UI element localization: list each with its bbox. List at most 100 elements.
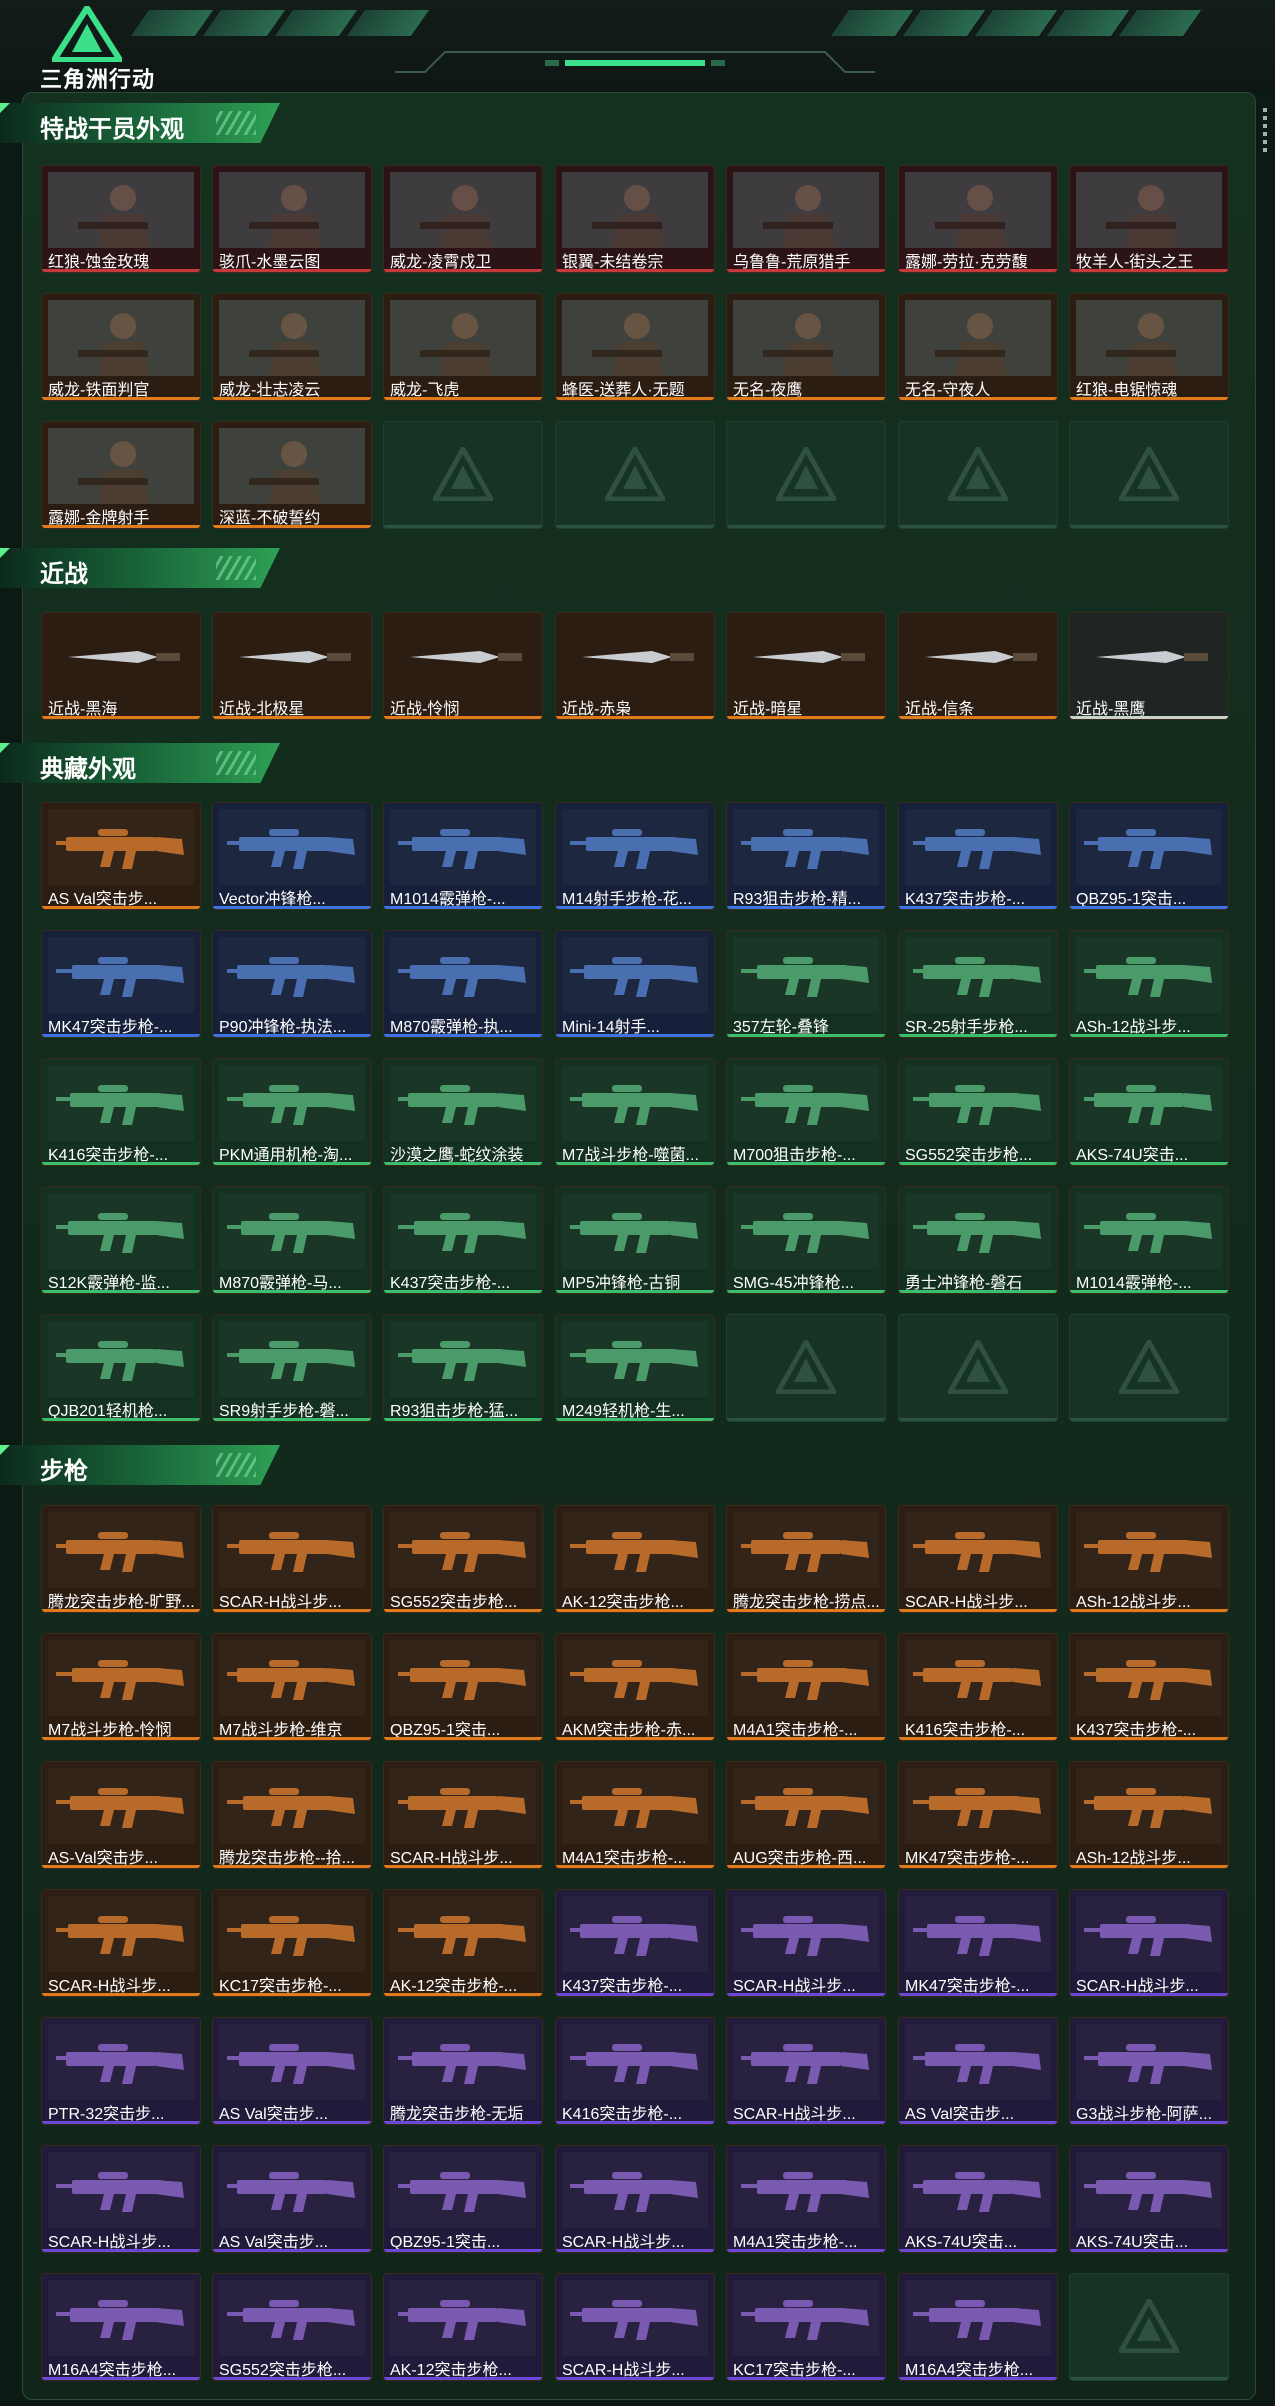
skin-card[interactable]: AK-12突击步枪... bbox=[383, 2273, 543, 2381]
skin-card[interactable]: 蜂医-送葬人·无题 bbox=[555, 293, 715, 401]
skin-card[interactable]: SMG-45冲锋枪... bbox=[726, 1186, 886, 1294]
skin-card[interactable]: AUG突击步枪-西... bbox=[726, 1761, 886, 1869]
skin-card[interactable]: PTR-32突击步... bbox=[41, 2017, 201, 2125]
skin-card[interactable]: R93狙击步枪-精... bbox=[726, 802, 886, 910]
skin-card[interactable]: QBZ95-1突击... bbox=[383, 1633, 543, 1741]
skin-card[interactable]: SCAR-H战斗步... bbox=[1069, 1889, 1229, 1997]
skin-card[interactable]: M4A1突击步枪-... bbox=[726, 1633, 886, 1741]
skin-card[interactable]: K416突击步枪-... bbox=[898, 1633, 1058, 1741]
skin-card[interactable]: SCAR-H战斗步... bbox=[383, 1761, 543, 1869]
skin-card[interactable]: 无名-守夜人 bbox=[898, 293, 1058, 401]
skin-card[interactable]: M7战斗步枪-怜悯 bbox=[41, 1633, 201, 1741]
skin-card[interactable]: AKS-74U突击... bbox=[898, 2145, 1058, 2253]
skin-card[interactable]: K437突击步枪-... bbox=[1069, 1633, 1229, 1741]
skin-card[interactable]: SCAR-H战斗步... bbox=[41, 2145, 201, 2253]
skin-card[interactable]: QJB201轻机枪... bbox=[41, 1314, 201, 1422]
skin-card[interactable]: M1014霰弹枪-... bbox=[1069, 1186, 1229, 1294]
skin-card[interactable]: KC17突击步枪-... bbox=[726, 2273, 886, 2381]
skin-card[interactable]: K437突击步枪-... bbox=[383, 1186, 543, 1294]
skin-card[interactable]: 近战-赤枭 bbox=[555, 612, 715, 720]
skin-card[interactable]: P90冲锋枪-执法... bbox=[212, 930, 372, 1038]
skin-card[interactable]: SG552突击步枪... bbox=[383, 1505, 543, 1613]
skin-card[interactable]: R93狙击步枪-猛... bbox=[383, 1314, 543, 1422]
skin-card[interactable]: QBZ95-1突击... bbox=[1069, 802, 1229, 910]
skin-card[interactable]: 357左轮-叠锋 bbox=[726, 930, 886, 1038]
skin-card[interactable]: AKM突击步枪-赤... bbox=[555, 1633, 715, 1741]
skin-card[interactable]: MP5冲锋枪-古铜 bbox=[555, 1186, 715, 1294]
skin-card[interactable]: Vector冲锋枪... bbox=[212, 802, 372, 910]
skin-card[interactable]: SCAR-H战斗步... bbox=[726, 2017, 886, 2125]
skin-card[interactable]: AS-Val突击步... bbox=[41, 1761, 201, 1869]
skin-card[interactable]: 牧羊人-街头之王 bbox=[1069, 165, 1229, 273]
skin-card[interactable]: 沙漠之鹰-蛇纹涂装 bbox=[383, 1058, 543, 1166]
skin-card[interactable]: KC17突击步枪-... bbox=[212, 1889, 372, 1997]
skin-card[interactable]: M14射手步枪-花... bbox=[555, 802, 715, 910]
skin-card[interactable]: Mini-14射手... bbox=[555, 930, 715, 1038]
skin-card[interactable]: 深蓝-不破誓约 bbox=[212, 421, 372, 529]
skin-card[interactable]: 红狼-电锯惊魂 bbox=[1069, 293, 1229, 401]
skin-card[interactable]: M700狙击步枪-... bbox=[726, 1058, 886, 1166]
skin-card[interactable]: K416突击步枪-... bbox=[41, 1058, 201, 1166]
skin-card[interactable]: M249轻机枪-生... bbox=[555, 1314, 715, 1422]
skin-card[interactable]: 银翼-未结卷宗 bbox=[555, 165, 715, 273]
skin-card[interactable]: 腾龙突击步枪-旷野... bbox=[41, 1505, 201, 1613]
skin-card[interactable]: M16A4突击步枪... bbox=[41, 2273, 201, 2381]
skin-card[interactable]: MK47突击步枪-... bbox=[41, 930, 201, 1038]
skin-card[interactable]: SCAR-H战斗步... bbox=[555, 2273, 715, 2381]
skin-card[interactable]: AS Val突击步... bbox=[212, 2145, 372, 2253]
skin-card[interactable]: ASh-12战斗步... bbox=[1069, 930, 1229, 1038]
skin-card[interactable]: M7战斗步枪-维京 bbox=[212, 1633, 372, 1741]
skin-card[interactable]: 腾龙突击步枪-捞点... bbox=[726, 1505, 886, 1613]
skin-card[interactable]: AKS-74U突击... bbox=[1069, 2145, 1229, 2253]
skin-card[interactable]: M1014霰弹枪-... bbox=[383, 802, 543, 910]
skin-card[interactable]: 腾龙突击步枪--拾... bbox=[212, 1761, 372, 1869]
skin-card[interactable]: SCAR-H战斗步... bbox=[726, 1889, 886, 1997]
skin-card[interactable]: M7战斗步枪-噬菌... bbox=[555, 1058, 715, 1166]
skin-card[interactable]: 红狼-蚀金玫瑰 bbox=[41, 165, 201, 273]
skin-card[interactable]: 露娜-劳拉·克劳馥 bbox=[898, 165, 1058, 273]
skin-card[interactable]: 近战-北极星 bbox=[212, 612, 372, 720]
skin-card[interactable]: QBZ95-1突击... bbox=[383, 2145, 543, 2253]
skin-card[interactable]: MK47突击步枪-... bbox=[898, 1889, 1058, 1997]
skin-card[interactable]: M870霰弹枪-执... bbox=[383, 930, 543, 1038]
skin-card[interactable]: M4A1突击步枪-... bbox=[726, 2145, 886, 2253]
skin-card[interactable]: 近战-怜悯 bbox=[383, 612, 543, 720]
skin-card[interactable]: 威龙-铁面判官 bbox=[41, 293, 201, 401]
skin-card[interactable]: 近战-黑海 bbox=[41, 612, 201, 720]
skin-card[interactable]: 威龙-壮志凌云 bbox=[212, 293, 372, 401]
skin-card[interactable]: AK-12突击步枪... bbox=[555, 1505, 715, 1613]
skin-card[interactable]: K416突击步枪-... bbox=[555, 2017, 715, 2125]
skin-card[interactable]: AS Val突击步... bbox=[41, 802, 201, 910]
skin-card[interactable]: K437突击步枪-... bbox=[898, 802, 1058, 910]
more-menu-icon[interactable] bbox=[1263, 108, 1269, 156]
skin-card[interactable]: M870霰弹枪-马... bbox=[212, 1186, 372, 1294]
skin-card[interactable]: 露娜-金牌射手 bbox=[41, 421, 201, 529]
skin-card[interactable]: SCAR-H战斗步... bbox=[41, 1889, 201, 1997]
skin-card[interactable]: MK47突击步枪-... bbox=[898, 1761, 1058, 1869]
skin-card[interactable]: 乌鲁鲁-荒原猎手 bbox=[726, 165, 886, 273]
skin-card[interactable]: SR-25射手步枪... bbox=[898, 930, 1058, 1038]
skin-card[interactable]: ASh-12战斗步... bbox=[1069, 1505, 1229, 1613]
skin-card[interactable]: SG552突击步枪... bbox=[212, 2273, 372, 2381]
skin-card[interactable]: PKM通用机枪-淘... bbox=[212, 1058, 372, 1166]
skin-card[interactable]: ASh-12战斗步... bbox=[1069, 1761, 1229, 1869]
skin-card[interactable]: AS Val突击步... bbox=[212, 2017, 372, 2125]
skin-card[interactable]: AS Val突击步... bbox=[898, 2017, 1058, 2125]
skin-card[interactable]: 威龙-凌霄戍卫 bbox=[383, 165, 543, 273]
skin-card[interactable]: SCAR-H战斗步... bbox=[555, 2145, 715, 2253]
skin-card[interactable]: 近战-暗星 bbox=[726, 612, 886, 720]
skin-card[interactable]: M4A1突击步枪-... bbox=[555, 1761, 715, 1869]
skin-card[interactable]: 近战-黑鹰 bbox=[1069, 612, 1229, 720]
skin-card[interactable]: S12K霰弹枪-监... bbox=[41, 1186, 201, 1294]
skin-card[interactable]: G3战斗步枪-阿萨... bbox=[1069, 2017, 1229, 2125]
skin-card[interactable]: 威龙-飞虎 bbox=[383, 293, 543, 401]
skin-card[interactable]: AKS-74U突击... bbox=[1069, 1058, 1229, 1166]
skin-card[interactable]: SCAR-H战斗步... bbox=[898, 1505, 1058, 1613]
skin-card[interactable]: 勇士冲锋枪-磐石 bbox=[898, 1186, 1058, 1294]
skin-card[interactable]: M16A4突击步枪... bbox=[898, 2273, 1058, 2381]
skin-card[interactable]: 腾龙突击步枪-无垢 bbox=[383, 2017, 543, 2125]
skin-card[interactable]: SCAR-H战斗步... bbox=[212, 1505, 372, 1613]
skin-card[interactable]: K437突击步枪-... bbox=[555, 1889, 715, 1997]
skin-card[interactable]: SG552突击步枪... bbox=[898, 1058, 1058, 1166]
skin-card[interactable]: AK-12突击步枪-... bbox=[383, 1889, 543, 1997]
